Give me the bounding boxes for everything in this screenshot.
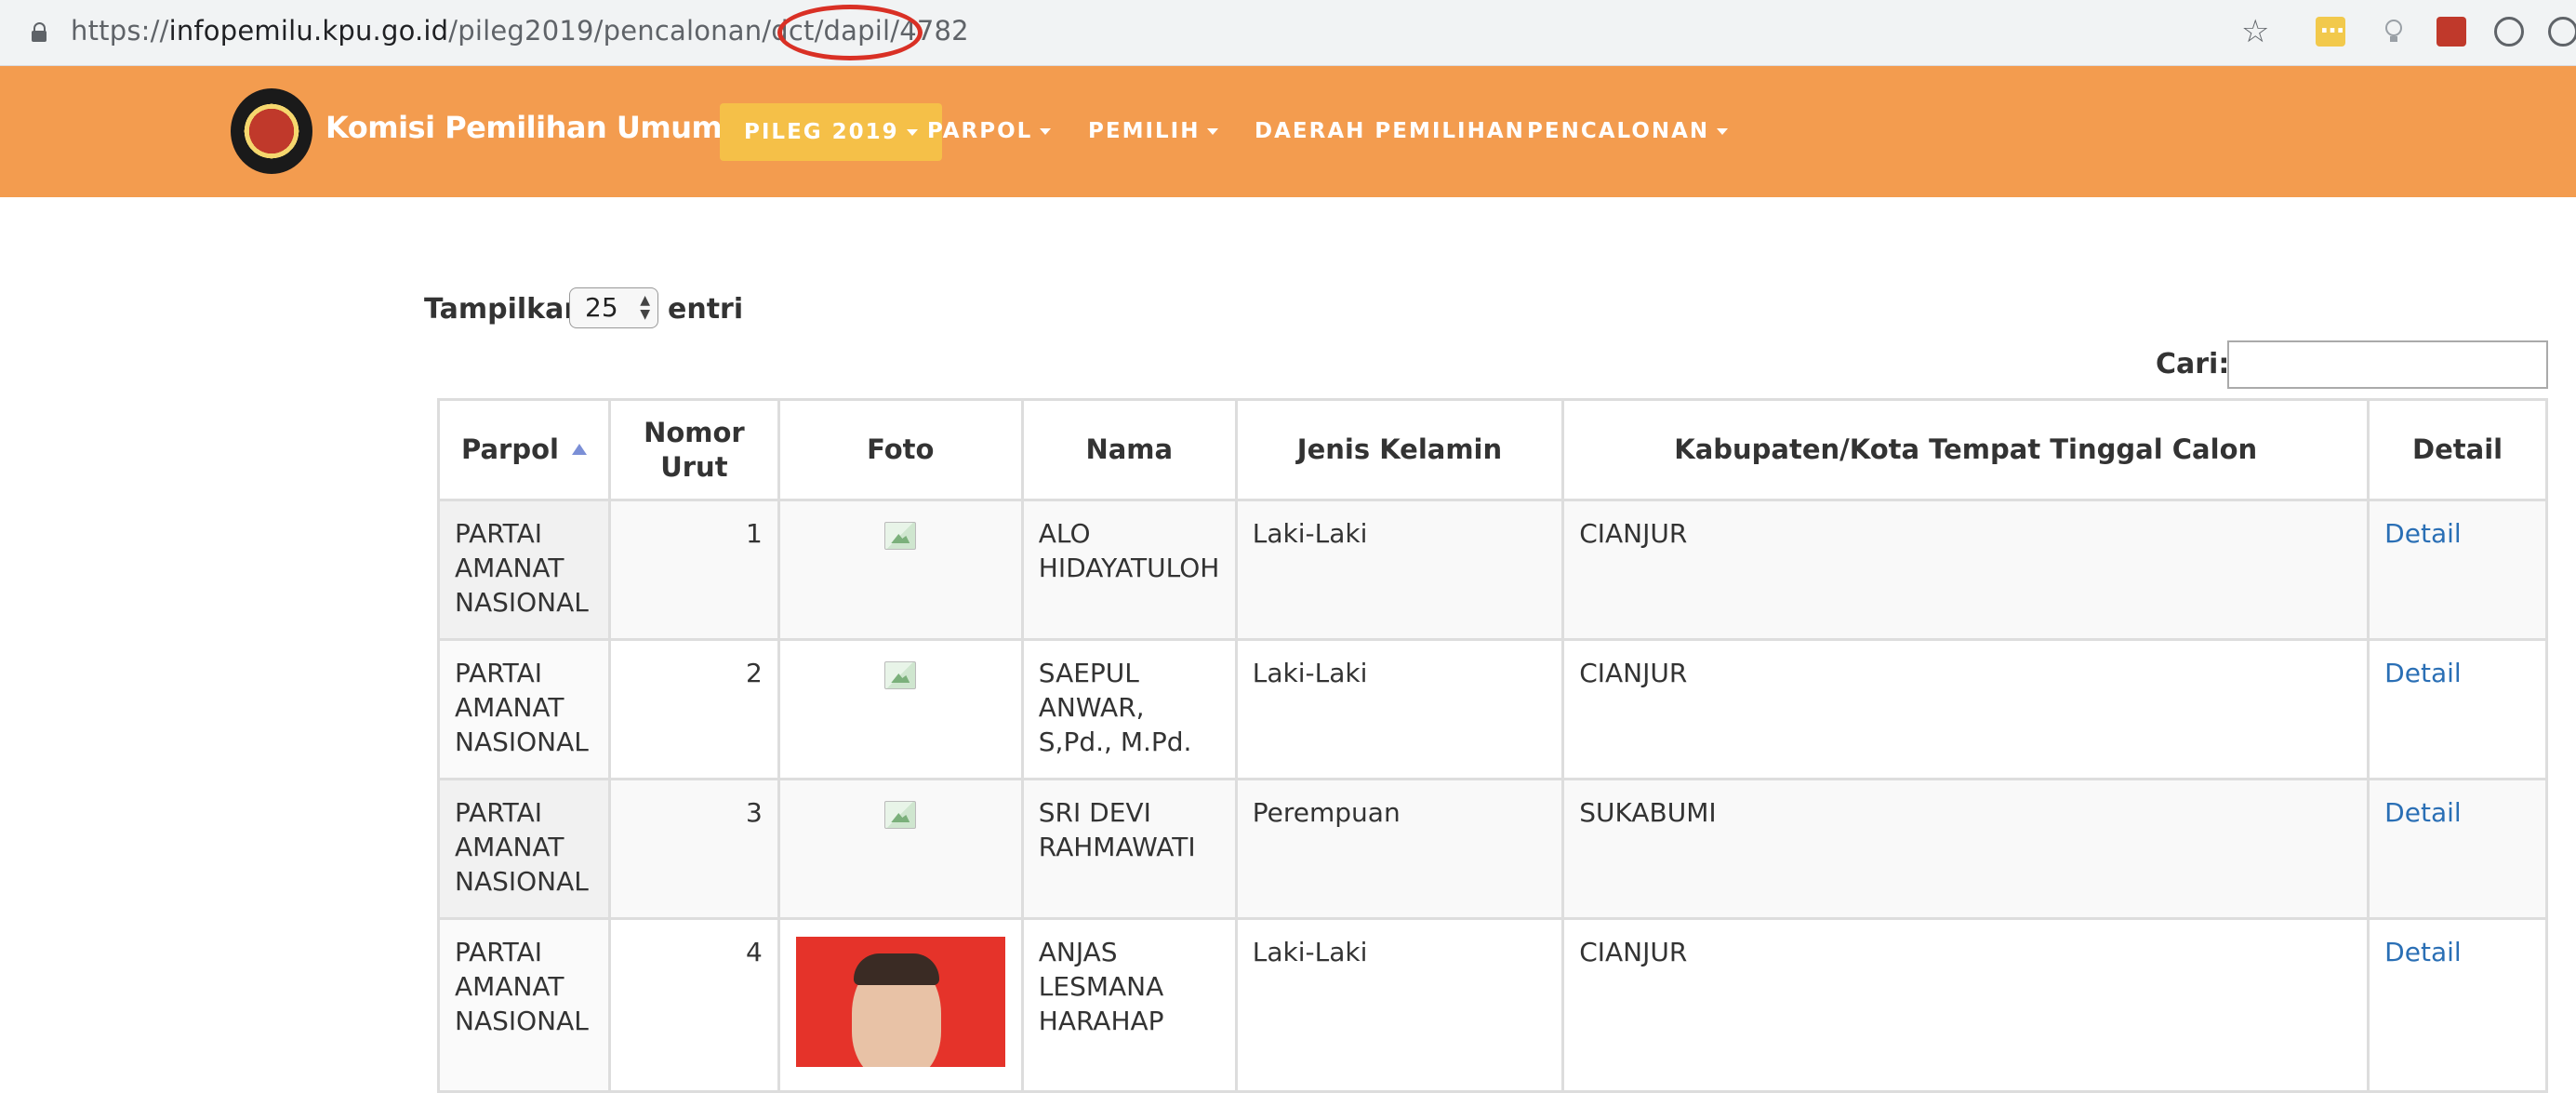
entries-suffix-label: entri <box>668 293 744 326</box>
lock-icon[interactable] <box>32 22 46 42</box>
header-detail[interactable]: Detail <box>2367 398 2548 501</box>
url-prefix: https:// <box>71 15 169 47</box>
cell-parpol: PARTAI AMANAT NASIONAL <box>437 778 611 920</box>
cell-kota: CIANJUR <box>1561 917 2370 1093</box>
broken-image-icon <box>884 661 917 689</box>
cell-nama: SAEPUL ANWAR, S,Pd., M.Pd. <box>1020 638 1238 780</box>
nav-dapil-label: DAERAH PEMILIHAN <box>1255 119 1525 143</box>
cell-foto <box>777 638 1024 780</box>
nav-pencalonan[interactable]: PENCALONAN <box>1527 111 1729 152</box>
header-parpol-label: Parpol <box>460 433 559 465</box>
cell-jenis-kelamin: Laki-Laki <box>1234 917 1565 1093</box>
caret-down-icon <box>1040 128 1052 135</box>
nav-pencalonan-label: PENCALONAN <box>1527 119 1710 143</box>
book-extension-icon[interactable] <box>2437 17 2466 47</box>
url-host: infopemilu.kpu.go.id <box>168 15 449 47</box>
table-row: PARTAI AMANAT NASIONAL 2 SAEPUL ANWAR, S… <box>437 638 2548 780</box>
search-label: Cari: <box>2156 348 2230 380</box>
nav-pileg-label: PILEG 2019 <box>744 120 899 144</box>
cell-parpol: PARTAI AMANAT NASIONAL <box>437 499 611 641</box>
candidates-table: Parpol Nomor Urut Foto Nama Jenis Kelami… <box>437 398 2548 1093</box>
fingerprint-extension-icon[interactable] <box>2494 17 2524 47</box>
table-header-row: Parpol Nomor Urut Foto Nama Jenis Kelami… <box>437 398 2548 501</box>
cell-nomor-urut: 4 <box>607 917 780 1093</box>
cell-parpol: PARTAI AMANAT NASIONAL <box>437 917 611 1093</box>
lightbulb-extension-icon[interactable] <box>2379 17 2409 47</box>
cell-nomor-urut: 1 <box>607 499 780 641</box>
entries-per-page-value: 25 <box>585 292 618 323</box>
nav-parpol[interactable]: PARPOL <box>927 111 1052 152</box>
cell-foto <box>777 499 1024 641</box>
candidate-photo <box>795 937 1005 1067</box>
detail-link[interactable]: Detail <box>2384 518 2461 549</box>
cell-detail: Detail <box>2367 778 2548 920</box>
caret-down-icon <box>906 129 918 136</box>
site-navbar: Komisi Pemilihan Umum PILEG 2019 PARPOL … <box>0 66 2576 197</box>
header-nama[interactable]: Nama <box>1020 398 1238 501</box>
table-row: PARTAI AMANAT NASIONAL 4 ANJAS LESMANA H… <box>437 917 2548 1093</box>
cell-nama: ANJAS LESMANA HARAHAP <box>1020 917 1238 1093</box>
show-entries-label: Tampilkan <box>424 293 584 326</box>
nav-pileg-2019[interactable]: PILEG 2019 <box>720 103 942 161</box>
cell-kota: CIANJUR <box>1561 638 2370 780</box>
entries-per-page-select[interactable]: 25 ▲ ▼ <box>569 287 658 328</box>
password-manager-extension-icon[interactable] <box>2316 11 2345 47</box>
cell-jenis-kelamin: Perempuan <box>1234 778 1565 920</box>
cell-nama: SRI DEVI RAHMAWATI <box>1020 778 1238 920</box>
broken-image-icon <box>884 522 917 550</box>
red-highlight-circle <box>777 5 923 60</box>
header-kota[interactable]: Kabupaten/Kota Tempat Tinggal Calon <box>1561 398 2370 501</box>
nav-pemilih[interactable]: PEMILIH <box>1088 111 1219 152</box>
table-row: PARTAI AMANAT NASIONAL 3 SRI DEVI RAHMAW… <box>437 778 2548 920</box>
nav-pemilih-label: PEMILIH <box>1088 119 1201 143</box>
cell-nomor-urut: 2 <box>607 638 780 780</box>
header-nomor-urut[interactable]: Nomor Urut <box>607 398 780 501</box>
caret-down-icon <box>1717 128 1729 135</box>
cell-jenis-kelamin: Laki-Laki <box>1234 499 1565 641</box>
sort-ascending-icon <box>571 444 587 455</box>
star-icon[interactable]: ☆ <box>2241 13 2269 50</box>
search-input[interactable] <box>2227 340 2548 389</box>
detail-link[interactable]: Detail <box>2384 937 2461 967</box>
browser-address-bar: https://infopemilu.kpu.go.id/pileg2019/p… <box>0 0 2576 66</box>
cell-kota: CIANJUR <box>1561 499 2370 641</box>
detail-link[interactable]: Detail <box>2384 658 2461 688</box>
cell-parpol: PARTAI AMANAT NASIONAL <box>437 638 611 780</box>
select-arrows-icon: ▲ ▼ <box>640 293 650 322</box>
cell-detail: Detail <box>2367 917 2548 1093</box>
broken-image-icon <box>884 801 917 829</box>
caret-down-icon <box>1207 128 1219 135</box>
cell-detail: Detail <box>2367 638 2548 780</box>
header-parpol[interactable]: Parpol <box>437 398 611 501</box>
cell-nomor-urut: 3 <box>607 778 780 920</box>
detail-link[interactable]: Detail <box>2384 797 2461 828</box>
shield-extension-icon[interactable] <box>2548 17 2576 47</box>
cell-foto <box>777 917 1024 1093</box>
table-row: PARTAI AMANAT NASIONAL 1 ALO HIDAYATULOH… <box>437 499 2548 641</box>
cell-foto <box>777 778 1024 920</box>
nav-parpol-label: PARPOL <box>927 119 1033 143</box>
cell-nama: ALO HIDAYATULOH <box>1020 499 1238 641</box>
kpu-logo-icon[interactable] <box>231 88 312 174</box>
nav-daerah-pemilihan[interactable]: DAERAH PEMILIHAN <box>1255 111 1525 152</box>
header-foto[interactable]: Foto <box>777 398 1024 501</box>
cell-jenis-kelamin: Laki-Laki <box>1234 638 1565 780</box>
header-jenis-kelamin[interactable]: Jenis Kelamin <box>1234 398 1565 501</box>
cell-kota: SUKABUMI <box>1561 778 2370 920</box>
brand-title[interactable]: Komisi Pemilihan Umum <box>325 107 723 148</box>
cell-detail: Detail <box>2367 499 2548 641</box>
